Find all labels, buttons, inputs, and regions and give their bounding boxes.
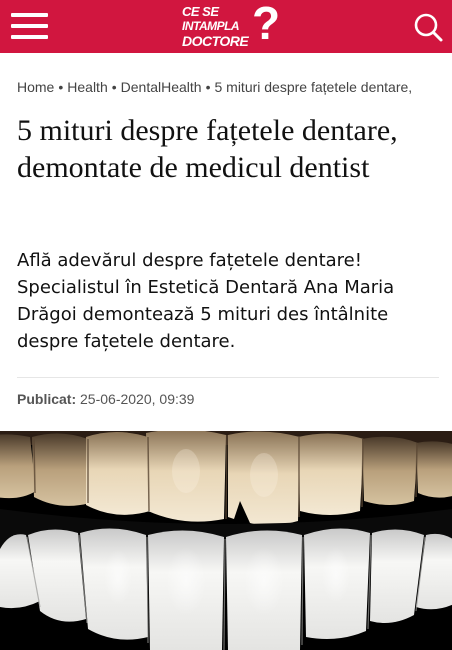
breadcrumb-separator: • (58, 79, 64, 95)
search-icon[interactable] (412, 11, 444, 43)
breadcrumb-current: 5 mituri despre fațetele dentare, (214, 79, 413, 95)
published-value: 25-06-2020, 09:39 (80, 391, 195, 407)
divider (17, 377, 439, 378)
publish-date: Publicat: 25-06-2020, 09:39 (17, 391, 194, 407)
breadcrumb-dentalhealth[interactable]: DentalHealth (121, 79, 202, 95)
article-lead: Află adevărul despre fațetele dentare! S… (17, 250, 395, 352)
published-label: Publicat: (17, 391, 77, 407)
breadcrumb-separator: • (205, 79, 211, 95)
article-title: 5 mituri despre fațetele dentare, demont… (17, 114, 398, 184)
article-image (0, 431, 452, 650)
top-header: CE SE INTAMPLA DOCTORE ? (0, 0, 452, 53)
breadcrumb-separator: • (111, 79, 117, 95)
breadcrumb-home[interactable]: Home (17, 79, 54, 95)
logo-line-1: CE SE (182, 4, 219, 19)
logo-line-3: DOCTORE (182, 33, 249, 49)
hamburger-menu-icon[interactable] (11, 12, 48, 40)
logo-question-mark: ? (252, 0, 281, 49)
breadcrumb-health[interactable]: Health (67, 79, 107, 95)
site-logo[interactable]: CE SE INTAMPLA DOCTORE ? (182, 0, 281, 50)
breadcrumb: Home • Health • DentalHealth • 5 mituri despre… (17, 79, 447, 95)
logo-line-2: INTAMPLA (182, 19, 240, 33)
